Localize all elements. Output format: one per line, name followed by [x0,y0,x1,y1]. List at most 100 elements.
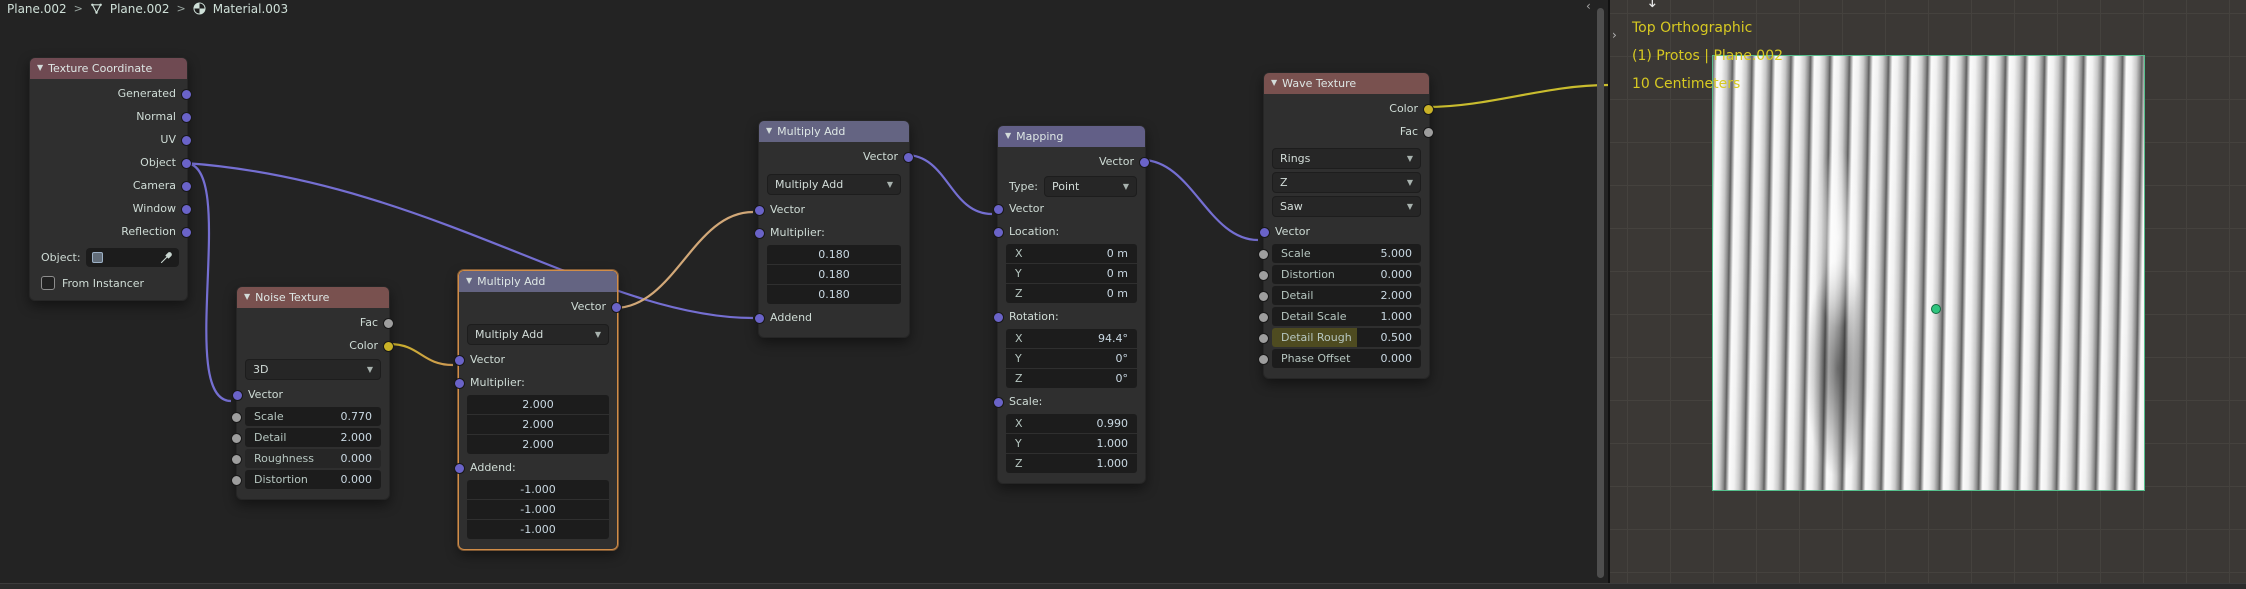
dimensions-dropdown[interactable]: 3D ▼ [245,359,381,380]
socket-camera[interactable] [181,180,192,192]
socket-color-out[interactable] [1423,103,1434,115]
scale-z[interactable]: Z 1.000 [1006,454,1137,473]
selected-plane-object[interactable] [1712,55,2145,491]
multiplier-x[interactable]: 2.000 [467,395,609,414]
socket-reflection[interactable] [181,226,192,238]
field-detail-scale[interactable]: Detail Scale 1.000 [1258,307,1421,326]
field-distortion[interactable]: Distortion 0.000 [231,470,381,489]
socket-addend-in[interactable] [454,462,465,474]
socket-vector-in[interactable] [454,354,465,366]
socket-roughness-in[interactable] [231,453,242,465]
field-detail[interactable]: Detail 2.000 [231,428,381,447]
socket-detail-roughness-in[interactable] [1258,332,1269,344]
addend-y[interactable]: -1.000 [467,500,609,519]
rotation-z[interactable]: Z 0° [1006,369,1137,388]
socket-generated[interactable] [181,88,192,100]
from-instancer-checkbox[interactable] [41,276,55,290]
socket-distortion-in[interactable] [1258,269,1269,281]
multiplier-y[interactable]: 2.000 [467,415,609,434]
rings-direction-dropdown[interactable]: Z ▼ [1272,172,1421,193]
operation-dropdown[interactable]: Multiply Add ▼ [767,174,901,195]
multiplier-z[interactable]: 0.180 [767,285,901,304]
location-x[interactable]: X0 m [1006,244,1137,263]
viewport-3d[interactable]: ↕ › Top Orthographic (1) Protos | Plane.… [1610,0,2246,589]
field-distortion[interactable]: Distortion 0.000 [1258,265,1421,284]
location-y[interactable]: Y0 m [1006,264,1137,283]
collapse-chevron-icon[interactable]: ▼ [244,292,250,301]
type-dropdown[interactable]: Point ▼ [1043,176,1137,197]
socket-scale-in[interactable] [231,411,242,423]
socket-vector-in[interactable] [1259,226,1270,238]
socket-distortion-in[interactable] [231,474,242,486]
node-header[interactable]: ▼ Multiply Add [459,271,617,292]
shader-node-editor[interactable]: Plane.002 > Plane.002 > Material.003 ▼ T… [0,0,1608,589]
node-multiply-add-1[interactable]: ▼ Multiply Add Vector Multiply Add ▼ Vect… [454,270,622,550]
field-phase-offset[interactable]: Phase Offset 0.000 [1258,349,1421,368]
multiplier-y[interactable]: 0.180 [767,265,901,284]
socket-multiplier-in[interactable] [454,377,465,389]
node-header[interactable]: ▼ Noise Texture [237,287,389,308]
socket-location-in[interactable] [993,226,1004,238]
node-wave-texture[interactable]: ▼ Wave Texture Color Fac Rings ▼ Z ▼ Saw ▼ … [1258,72,1434,379]
rotation-x[interactable]: X 94.4° [1006,329,1137,348]
socket-fac[interactable] [383,317,394,329]
socket-color[interactable] [383,340,394,352]
object-field[interactable] [85,247,179,267]
field-detail[interactable]: Detail 2.000 [1258,286,1421,305]
socket-vector-in[interactable] [754,204,765,216]
node-header[interactable]: ▼ Multiply Add [759,121,909,142]
collapse-chevron-icon[interactable]: ▼ [1271,78,1277,87]
region-collapse-left-icon[interactable]: ‹ [1586,0,1591,13]
socket-detail-scale-in[interactable] [1258,311,1269,323]
addend-z[interactable]: -1.000 [467,520,609,539]
socket-object[interactable] [181,157,192,169]
socket-vector-in[interactable] [993,203,1004,215]
socket-window[interactable] [181,203,192,215]
scale-x[interactable]: X 0.990 [1006,414,1137,433]
socket-vector-out[interactable] [903,151,914,163]
socket-detail-in[interactable] [1258,290,1269,302]
multiplier-z[interactable]: 2.000 [467,435,609,454]
socket-fac-out[interactable] [1423,126,1434,138]
socket-vector-out[interactable] [1139,156,1150,168]
eyedropper-icon[interactable] [160,251,173,264]
collapse-chevron-icon[interactable]: ▼ [766,126,772,135]
collapse-chevron-icon[interactable]: ▼ [37,63,43,72]
scale-y[interactable]: Y 1.000 [1006,434,1137,453]
region-expand-right-icon[interactable]: › [1612,28,1617,42]
node-noise-texture[interactable]: ▼ Noise Texture Fac Color 3D ▼ Vector Sca… [231,286,394,500]
node-header[interactable]: ▼ Wave Texture [1264,73,1429,94]
field-scale[interactable]: Scale 5.000 [1258,244,1421,263]
node-texture-coordinate[interactable]: ▼ Texture Coordinate Generated Normal UV… [29,57,192,301]
wave-profile-dropdown[interactable]: Saw ▼ [1272,196,1421,217]
socket-addend-in[interactable] [754,312,765,324]
node-mapping[interactable]: ▼ Mapping Vector Type: Point ▼ Vector Loc… [993,125,1150,484]
operation-dropdown[interactable]: Multiply Add ▼ [467,324,609,345]
location-z[interactable]: Z0 m [1006,284,1137,303]
socket-uv[interactable] [181,134,192,146]
socket-normal[interactable] [181,111,192,123]
node-editor-scrollbar[interactable] [1597,8,1604,578]
node-multiply-add-2[interactable]: ▼ Multiply Add Vector Multiply Add ▼ Vect… [754,120,914,338]
socket-vector-in[interactable] [232,389,243,401]
multiplier-x[interactable]: 0.180 [767,245,901,264]
socket-rotation-in[interactable] [993,311,1004,323]
field-roughness[interactable]: Roughness 0.000 [231,449,381,468]
node-header[interactable]: ▼ Texture Coordinate [30,58,187,79]
field-detail-roughness[interactable]: Detail Rough 0.500 [1258,328,1421,347]
editor-bottom-divider[interactable] [0,583,2246,589]
pan-gizmo-icon[interactable]: ↕ [1646,0,1659,11]
rotation-y[interactable]: Y 0° [1006,349,1137,368]
collapse-chevron-icon[interactable]: ▼ [1005,131,1011,140]
socket-phase-offset-in[interactable] [1258,353,1269,365]
field-scale[interactable]: Scale 0.770 [231,407,381,426]
node-header[interactable]: ▼ Mapping [998,126,1145,147]
socket-scale-in[interactable] [1258,248,1269,260]
socket-multiplier-in[interactable] [754,227,765,239]
socket-vector-out[interactable] [611,301,622,313]
socket-scale-in[interactable] [993,396,1004,408]
socket-detail-in[interactable] [231,432,242,444]
collapse-chevron-icon[interactable]: ▼ [466,276,472,285]
wave-type-dropdown[interactable]: Rings ▼ [1272,148,1421,169]
addend-x[interactable]: -1.000 [467,480,609,499]
